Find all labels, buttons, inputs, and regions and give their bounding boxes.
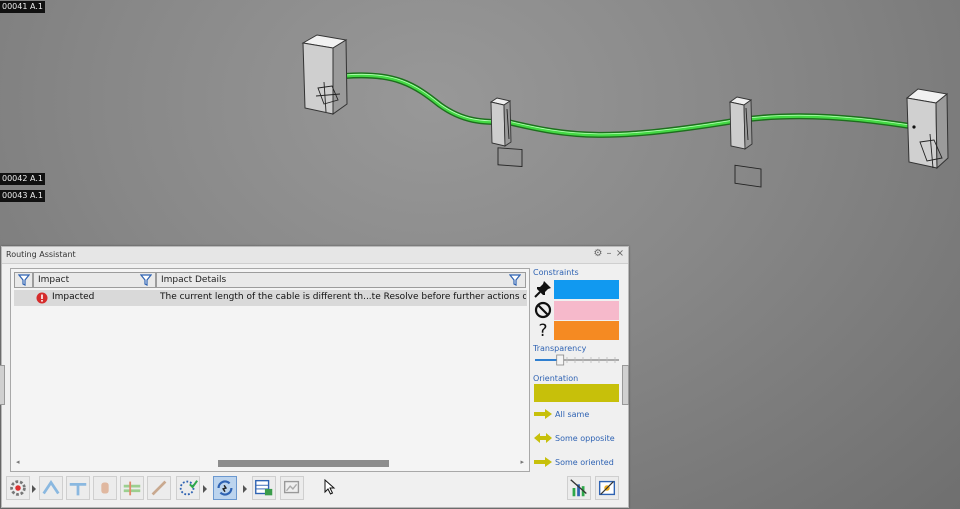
viewport-label: 00041 A.1 bbox=[0, 1, 45, 13]
filter-icon[interactable] bbox=[18, 274, 30, 286]
orientation-label: Orientation bbox=[533, 374, 579, 383]
route-tool-button-5[interactable] bbox=[147, 476, 171, 500]
settings-gear-tool-button[interactable] bbox=[6, 476, 30, 500]
close-button[interactable]: × bbox=[614, 248, 626, 259]
scroll-left-icon[interactable]: ◂ bbox=[16, 458, 20, 466]
panel-titlebar[interactable]: Routing Assistant ⚙ – × bbox=[2, 247, 628, 264]
table-report-icon bbox=[255, 479, 273, 496]
column-header-impact[interactable]: Impact bbox=[33, 272, 156, 288]
cable-highlight bbox=[344, 73, 917, 135]
route-tool-button-1[interactable] bbox=[39, 476, 63, 500]
legend-some-opposite: Some opposite bbox=[533, 432, 615, 444]
error-icon bbox=[36, 292, 48, 304]
edit-route-icon bbox=[151, 480, 167, 496]
transparency-label: Transparency bbox=[533, 344, 587, 353]
constraint-swatch-unknown[interactable] bbox=[554, 321, 619, 340]
right-collapse-handle[interactable] bbox=[622, 365, 629, 405]
row-selector-header[interactable] bbox=[14, 272, 33, 288]
svg-text:?: ? bbox=[538, 321, 547, 339]
routing-assistant-panel: Routing Assistant ⚙ – × Impact Impact De… bbox=[0, 246, 629, 508]
viewport-label: 00043 A.1 bbox=[0, 190, 45, 202]
export-image-icon bbox=[283, 480, 300, 494]
filter-icon[interactable] bbox=[140, 274, 152, 286]
cable[interactable] bbox=[343, 73, 918, 137]
sync-icon bbox=[217, 480, 233, 496]
impact-cell: Impacted bbox=[52, 292, 95, 302]
support-clip-2[interactable] bbox=[728, 96, 762, 188]
no-entry-icon bbox=[534, 301, 552, 319]
orientation-swatch[interactable] bbox=[534, 384, 619, 402]
export-button[interactable] bbox=[280, 476, 304, 500]
viewport-label: 00042 A.1 bbox=[0, 173, 45, 185]
validate-route-button[interactable] bbox=[176, 476, 200, 500]
route-arrows-icon bbox=[42, 480, 60, 495]
table-row[interactable]: Impacted The current length of the cable… bbox=[14, 290, 527, 306]
support-clip-1[interactable] bbox=[489, 97, 523, 167]
dropdown-caret-icon[interactable] bbox=[243, 485, 247, 493]
gear-icon bbox=[10, 480, 26, 496]
dropdown-caret-icon[interactable] bbox=[32, 485, 36, 493]
cable-shadow bbox=[342, 72, 919, 138]
constraint-swatch-fixed[interactable] bbox=[554, 280, 619, 299]
device-start[interactable] bbox=[301, 34, 348, 115]
impact-table: Impact Impact Details Impacted The curre… bbox=[10, 268, 530, 472]
mouse-pointer-icon bbox=[324, 479, 336, 495]
right-arrow-icon bbox=[534, 457, 552, 467]
legend-all-same: All same bbox=[533, 408, 589, 420]
left-collapse-handle[interactable] bbox=[0, 365, 5, 405]
question-icon: ? bbox=[538, 321, 547, 339]
route-branch-icon bbox=[69, 482, 87, 496]
dropdown-caret-icon[interactable] bbox=[203, 485, 207, 493]
validate-network-icon bbox=[179, 480, 198, 496]
legend-some-oriented: Some oriented bbox=[533, 456, 614, 468]
column-header-impact-details[interactable]: Impact Details bbox=[156, 272, 526, 288]
settings-chart-icon bbox=[598, 480, 616, 496]
double-arrow-icon bbox=[534, 433, 552, 443]
panel-title: Routing Assistant bbox=[6, 250, 76, 259]
route-tool-button-2[interactable] bbox=[66, 476, 90, 500]
bar-chart-icon bbox=[570, 479, 587, 497]
route-tool-button-3[interactable] bbox=[93, 476, 117, 500]
scroll-right-icon[interactable]: ▸ bbox=[520, 458, 524, 466]
reroute-icon bbox=[123, 481, 141, 496]
impact-details-cell: The current length of the cable is diffe… bbox=[160, 292, 526, 302]
analysis-chart-button[interactable] bbox=[567, 476, 591, 500]
report-table-button[interactable] bbox=[252, 476, 276, 500]
constraint-swatch-blocked[interactable] bbox=[554, 301, 619, 320]
analysis-settings-button[interactable] bbox=[595, 476, 619, 500]
horizontal-scrollbar[interactable]: ◂ ▸ bbox=[14, 458, 526, 468]
hand-icon bbox=[101, 482, 109, 494]
constraints-label: Constraints bbox=[533, 268, 579, 277]
transparency-slider[interactable] bbox=[534, 354, 620, 366]
filter-icon[interactable] bbox=[509, 274, 521, 286]
route-tool-button-4[interactable] bbox=[120, 476, 144, 500]
sync-cable-button[interactable] bbox=[213, 476, 237, 500]
constraints-sidebar: Constraints ? Transparency Orientation A… bbox=[533, 268, 623, 468]
device-end[interactable] bbox=[905, 88, 949, 170]
scrollbar-thumb[interactable] bbox=[218, 460, 389, 467]
pin-icon bbox=[534, 281, 551, 298]
right-arrow-icon bbox=[534, 409, 552, 419]
